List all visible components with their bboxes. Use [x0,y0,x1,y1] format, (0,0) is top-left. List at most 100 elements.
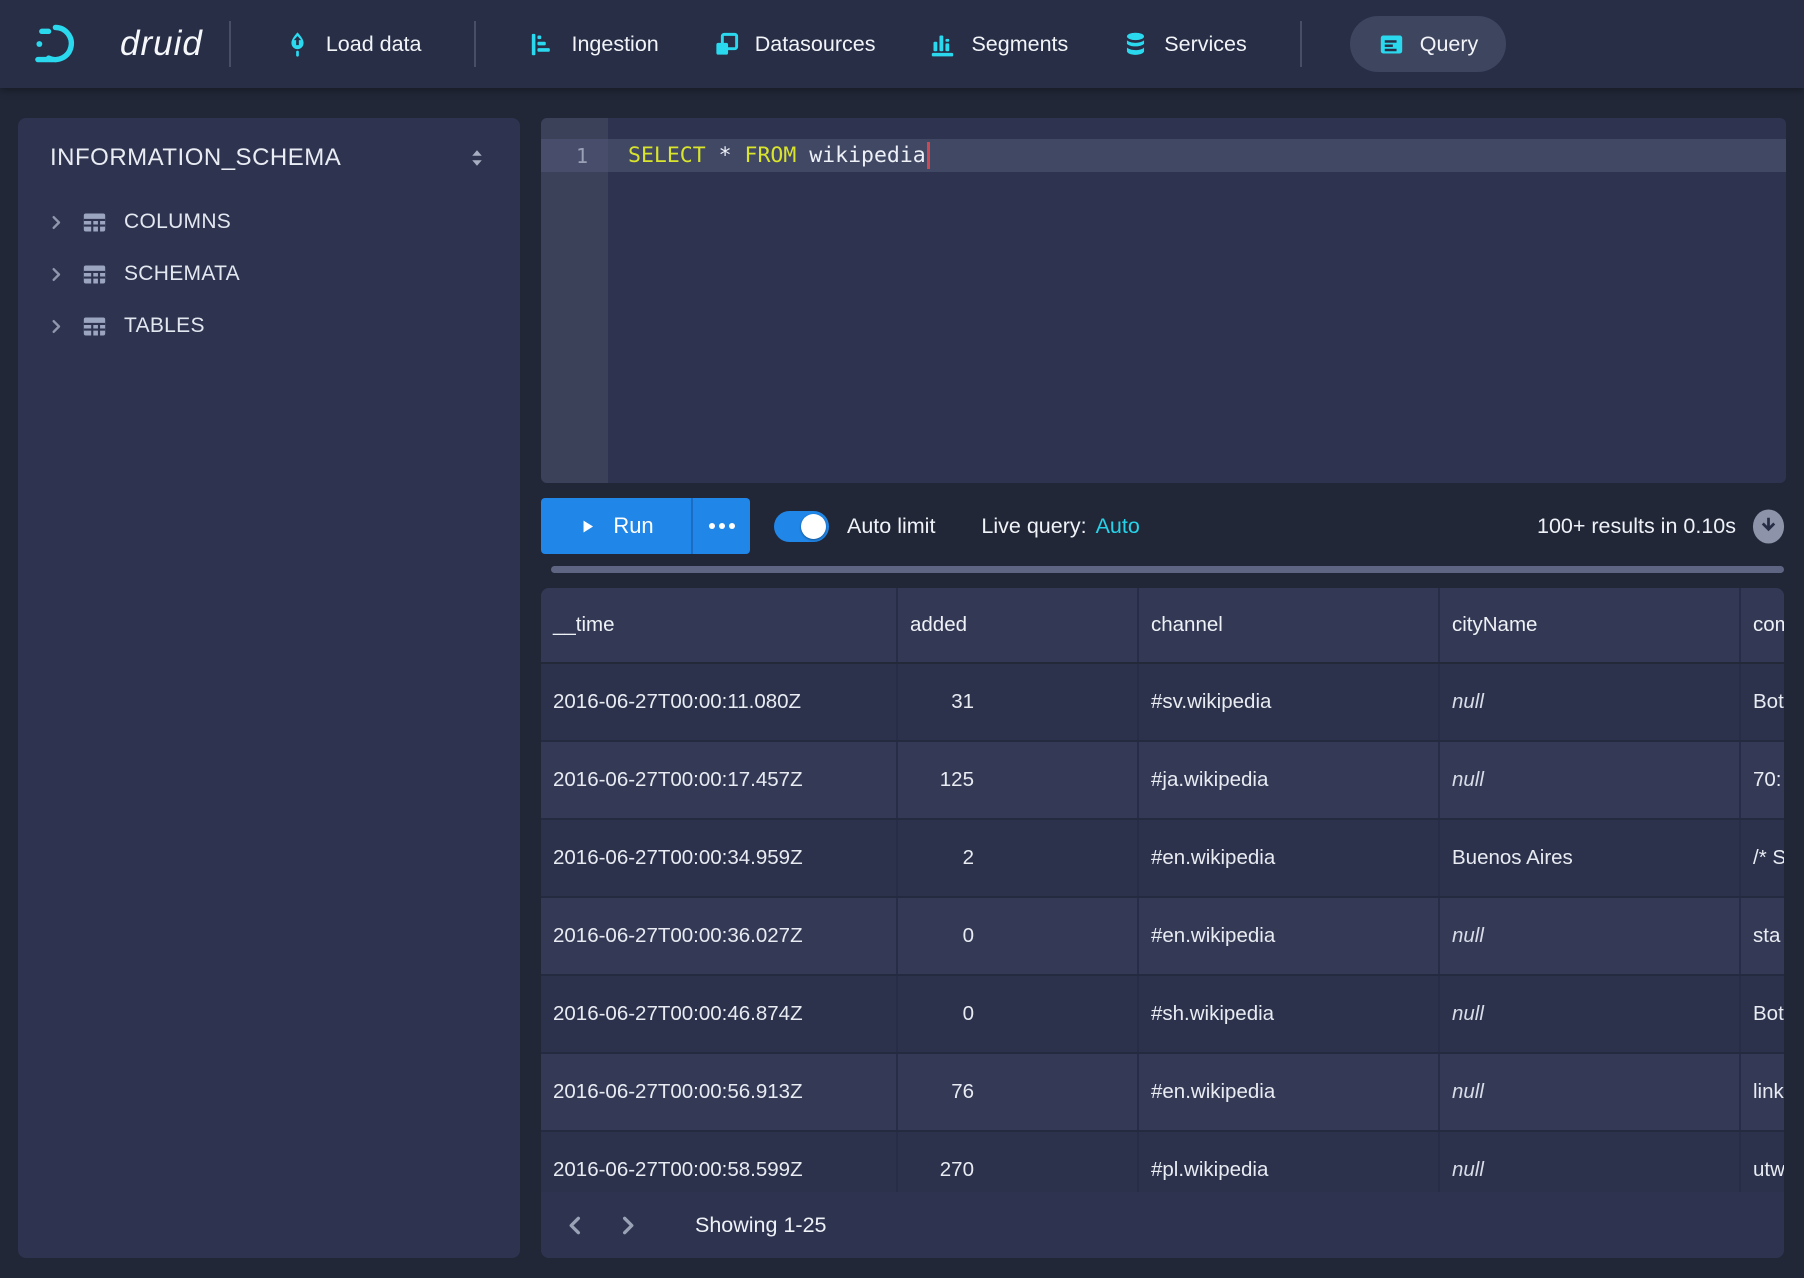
column-header-cityname[interactable]: cityName [1440,588,1741,662]
nav-divider [229,21,231,67]
cell-channel: #sh.wikipedia [1139,976,1440,1052]
cell-channel: #en.wikipedia [1139,898,1440,974]
nav-item-services[interactable]: Services [1095,0,1273,88]
chevron-right-icon [616,1214,639,1237]
column-header-comment[interactable]: comment [1741,588,1784,662]
schema-tree-item-columns[interactable]: COLUMNS [18,196,520,248]
sql-token: FROM [745,143,797,168]
cell-cityname: Buenos Aires [1440,820,1741,896]
nav-item-query[interactable]: Query [1350,16,1507,72]
text-cursor [927,142,930,169]
column-header-added[interactable]: added [898,588,1139,662]
chevron-right-icon[interactable] [48,266,65,283]
results-body: 2016-06-27T00:00:11.080Z 31 #sv.wikipedi… [541,664,1784,1210]
nav-item-datasources[interactable]: Datasources [686,0,903,88]
nav-divider [474,21,476,67]
cell-channel: #en.wikipedia [1139,1054,1440,1130]
cell-time: 2016-06-27T00:00:56.913Z [541,1054,898,1130]
services-icon [1122,31,1149,58]
cell-comment: sta [1741,898,1784,974]
table-row: 2016-06-27T00:00:17.457Z 125 #ja.wikiped… [541,742,1784,820]
cell-added: 31 [898,664,1139,740]
nav-item-load-data[interactable]: Load data [257,0,449,88]
sql-token: wikipedia [796,143,925,168]
auto-limit-label: Auto limit [847,514,935,539]
double-caret-icon [466,146,488,170]
live-query-label: Live query: [981,514,1086,539]
cell-comment: 70: [1741,742,1784,818]
run-button[interactable]: Run [541,498,691,554]
table-row: 2016-06-27T00:00:11.080Z 31 #sv.wikipedi… [541,664,1784,742]
table-icon [81,261,108,288]
nav-divider [1300,21,1302,67]
ingestion-icon [529,31,556,58]
cell-added: 2 [898,820,1139,896]
editor-line-number: 1 [541,139,608,172]
chevron-right-icon[interactable] [48,318,65,335]
nav-item-label: Services [1164,32,1246,57]
schema-tree: COLUMNS SCHEMATA TABLES [18,196,520,352]
sql-tokens: SELECT * FROM wikipedia [628,143,926,168]
cell-added: 125 [898,742,1139,818]
run-button-label: Run [613,513,653,539]
download-button[interactable] [1751,508,1786,545]
cell-time: 2016-06-27T00:00:17.457Z [541,742,898,818]
druid-logo[interactable]: druid [34,20,203,68]
pagination-text: Showing 1-25 [695,1213,826,1238]
schema-selector-label: INFORMATION_SCHEMA [50,144,341,172]
cell-cityname: null [1440,898,1741,974]
query-icon [1378,31,1405,58]
download-icon [1751,508,1786,545]
nav-group-load: Load data [257,0,449,88]
sql-code-line: SELECT * FROM wikipedia [608,139,930,172]
column-header-channel[interactable]: channel [1139,588,1440,662]
sql-editor[interactable]: 1 SELECT * FROM wikipedia [541,118,1786,483]
next-page-button[interactable] [601,1199,653,1251]
nav-item-label: Load data [326,32,422,57]
navbar: druid Load data Ingestion Datasources [0,0,1804,88]
horizontal-scrollbar[interactable] [551,566,1784,573]
nav-group-main: Ingestion Datasources Segments Services [502,0,1273,88]
cell-comment: /* S [1741,820,1784,896]
nav-item-ingestion[interactable]: Ingestion [502,0,685,88]
cell-comment: Bot [1741,664,1784,740]
live-query-value[interactable]: Auto [1096,514,1140,539]
cell-cityname: null [1440,742,1741,818]
live-query: Live query: Auto [981,514,1139,539]
cell-comment: link [1741,1054,1784,1130]
schema-tree-item-tables[interactable]: TABLES [18,300,520,352]
table-row: 2016-06-27T00:00:36.027Z 0 #en.wikipedia… [541,898,1784,976]
schema-tree-item-schemata[interactable]: SCHEMATA [18,248,520,300]
cell-comment: Bot [1741,976,1784,1052]
auto-limit-toggle[interactable] [774,511,829,542]
chevron-right-icon[interactable] [48,214,65,231]
cell-cityname: null [1440,664,1741,740]
nav-group-query: Query [1328,0,1507,88]
table-icon [81,313,108,340]
tree-item-label: COLUMNS [124,210,231,234]
cell-cityname: null [1440,1054,1741,1130]
table-icon [81,209,108,236]
query-toolbar: Run Auto limit Live query: Auto 100+ res… [541,497,1786,555]
sql-token: SELECT [628,143,706,168]
editor-gutter [541,118,608,483]
play-icon [578,517,597,536]
nav-item-label: Ingestion [571,32,658,57]
nav-item-label: Datasources [755,32,876,57]
schema-sidebar: INFORMATION_SCHEMA COLUMNS [18,118,520,1258]
cell-added: 76 [898,1054,1139,1130]
datasources-icon [713,31,740,58]
tree-item-label: SCHEMATA [124,262,240,286]
column-header-time[interactable]: __time [541,588,898,662]
schema-selector[interactable]: INFORMATION_SCHEMA [18,118,520,172]
druid-logo-icon [34,20,106,68]
sql-token: * [706,143,745,168]
run-more-button[interactable] [691,498,750,554]
toggle-knob [801,514,826,539]
previous-page-button[interactable] [549,1199,601,1251]
segments-icon [929,31,956,58]
nav-item-label: Query [1420,32,1479,57]
table-row: 2016-06-27T00:00:46.874Z 0 #sh.wikipedia… [541,976,1784,1054]
cell-added: 0 [898,976,1139,1052]
nav-item-segments[interactable]: Segments [902,0,1095,88]
